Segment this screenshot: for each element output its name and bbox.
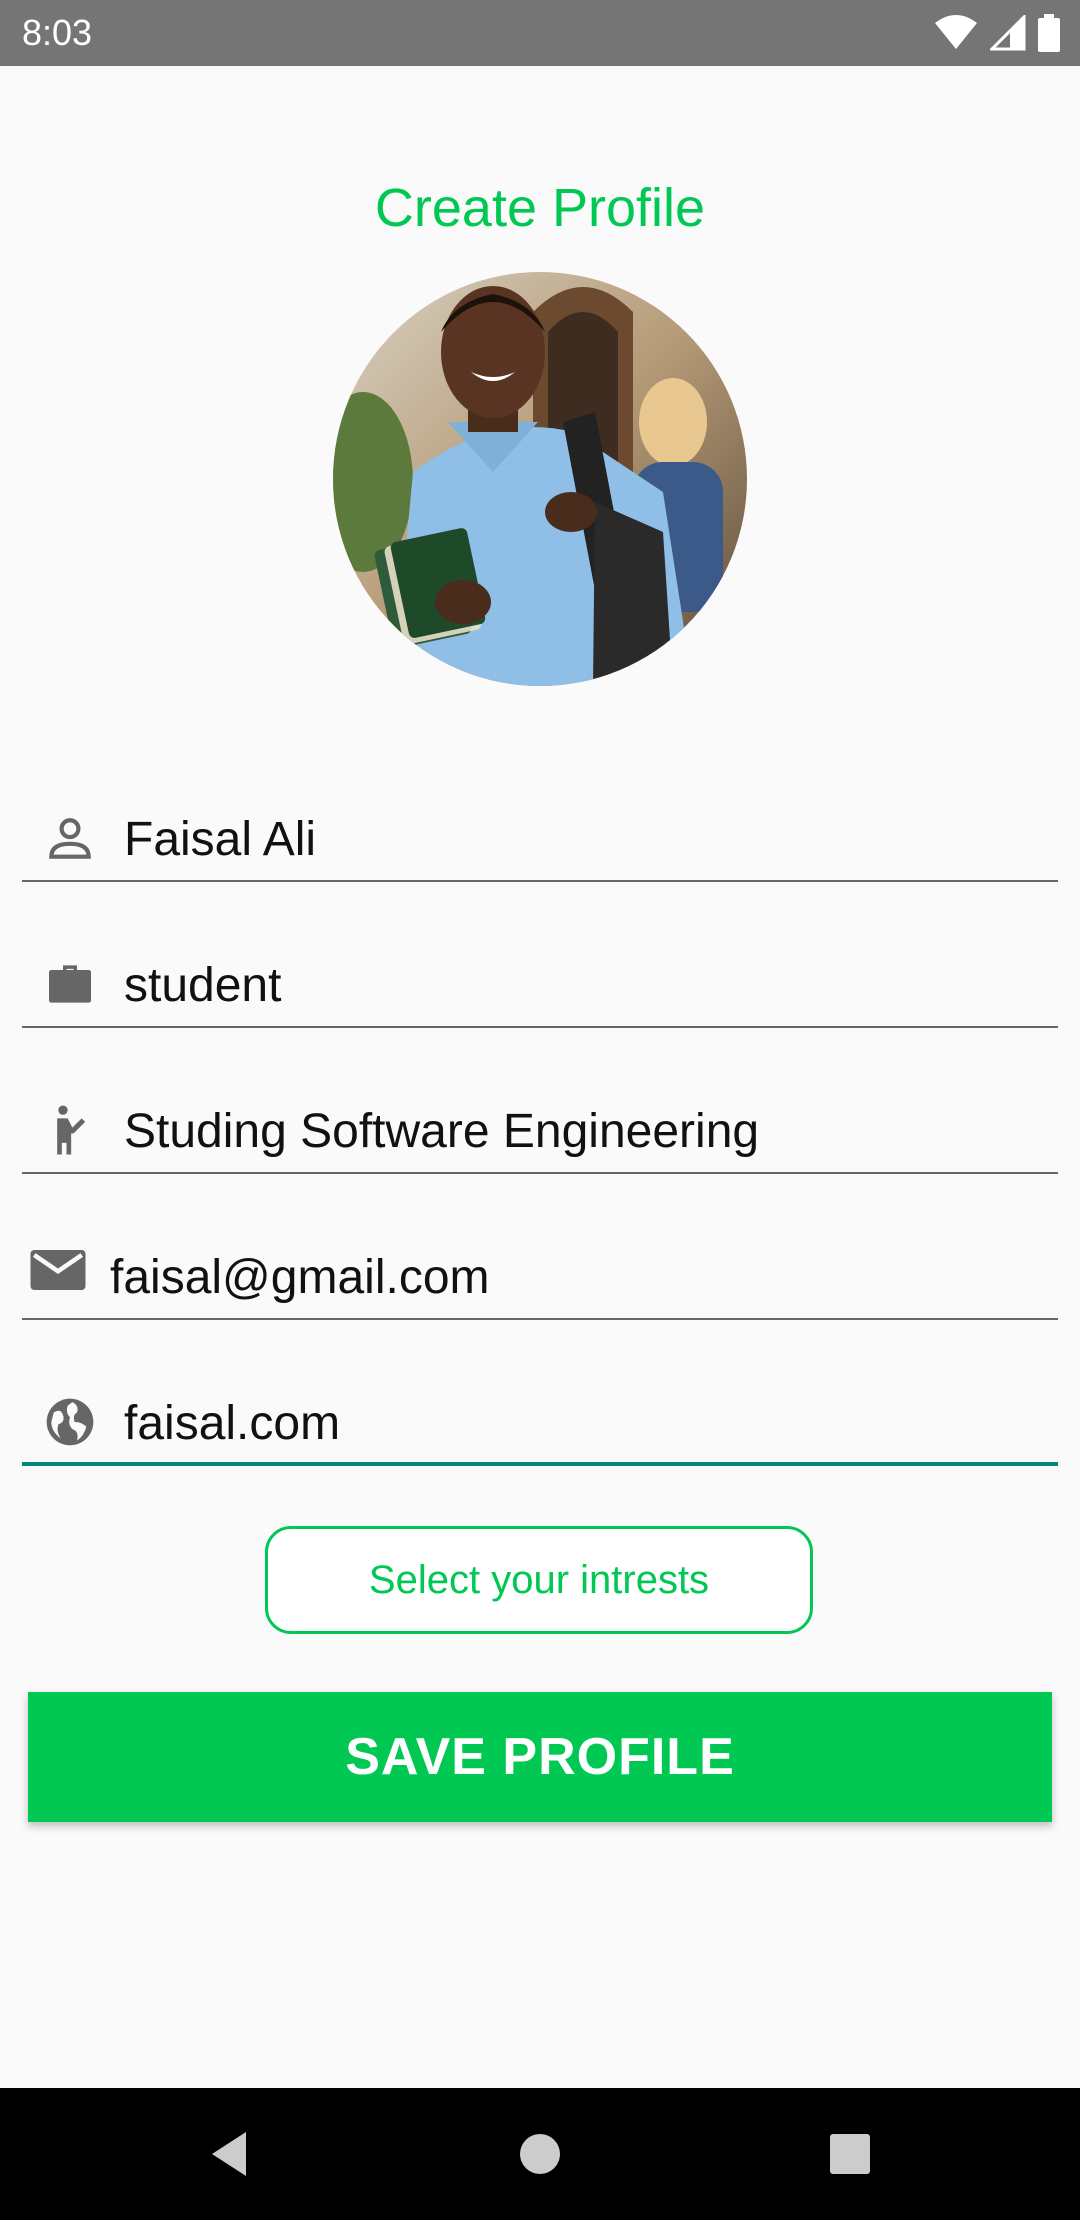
status-time: 8:03 (22, 12, 93, 53)
name-value[interactable]: Faisal Ali (124, 812, 316, 868)
save-profile-button[interactable]: SAVE PROFILE (28, 1692, 1052, 1822)
navigation-bar (0, 2088, 1080, 2220)
signal-icon (990, 15, 1026, 51)
person-icon (42, 810, 98, 866)
name-field[interactable]: Faisal Ali (22, 782, 1058, 882)
occupation-underline (22, 1026, 1058, 1028)
website-value[interactable]: faisal.com (124, 1396, 340, 1452)
activity-underline (22, 1172, 1058, 1174)
status-bar: 8:03 (0, 0, 1080, 66)
status-icons (934, 14, 1060, 52)
email-underline (22, 1318, 1058, 1320)
activity-icon (42, 1102, 98, 1158)
occupation-field[interactable]: student (22, 928, 1058, 1028)
name-underline (22, 880, 1058, 882)
email-field[interactable]: faisal@gmail.com (22, 1220, 1058, 1320)
page-title: Create Profile (374, 178, 706, 238)
activity-field[interactable]: Studing Software Engineering (22, 1074, 1058, 1174)
globe-icon (42, 1394, 98, 1450)
occupation-value[interactable]: student (124, 958, 281, 1014)
activity-value[interactable]: Studing Software Engineering (124, 1104, 759, 1160)
create-profile-screen: 8:03 Create Profile Faisal Ali student S… (0, 0, 1080, 2220)
select-interests-button[interactable]: Select your intrests (265, 1526, 813, 1634)
avatar-image (333, 272, 747, 686)
email-value[interactable]: faisal@gmail.com (110, 1250, 490, 1306)
recents-icon[interactable] (822, 2126, 878, 2182)
wifi-icon (934, 15, 978, 51)
back-icon[interactable] (204, 2126, 260, 2182)
website-underline (22, 1462, 1058, 1466)
home-icon[interactable] (512, 2126, 568, 2182)
briefcase-icon (42, 956, 98, 1012)
website-field[interactable]: faisal.com (22, 1366, 1058, 1466)
battery-icon (1038, 14, 1060, 52)
email-icon (28, 1242, 86, 1298)
avatar[interactable] (333, 272, 747, 686)
